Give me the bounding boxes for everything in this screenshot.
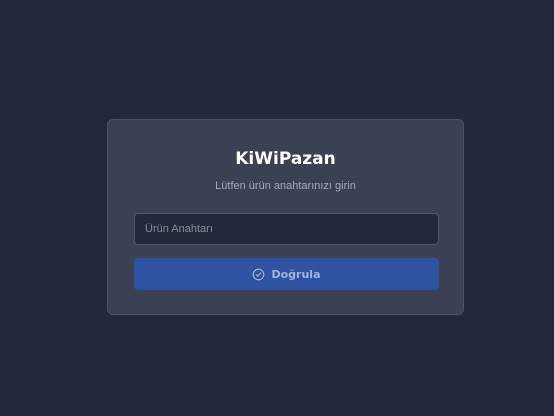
verify-button[interactable]: Doğrula [134,258,439,290]
app-title: KiWiPazan [235,149,336,169]
instruction-text: Lütfen ürün anahtarınızı girin [215,180,356,192]
verify-button-label: Doğrula [271,267,321,281]
check-circle-icon [253,268,265,280]
login-card: KiWiPazan Lütfen ürün anahtarınızı girin… [107,119,464,315]
product-key-input[interactable] [134,213,439,245]
